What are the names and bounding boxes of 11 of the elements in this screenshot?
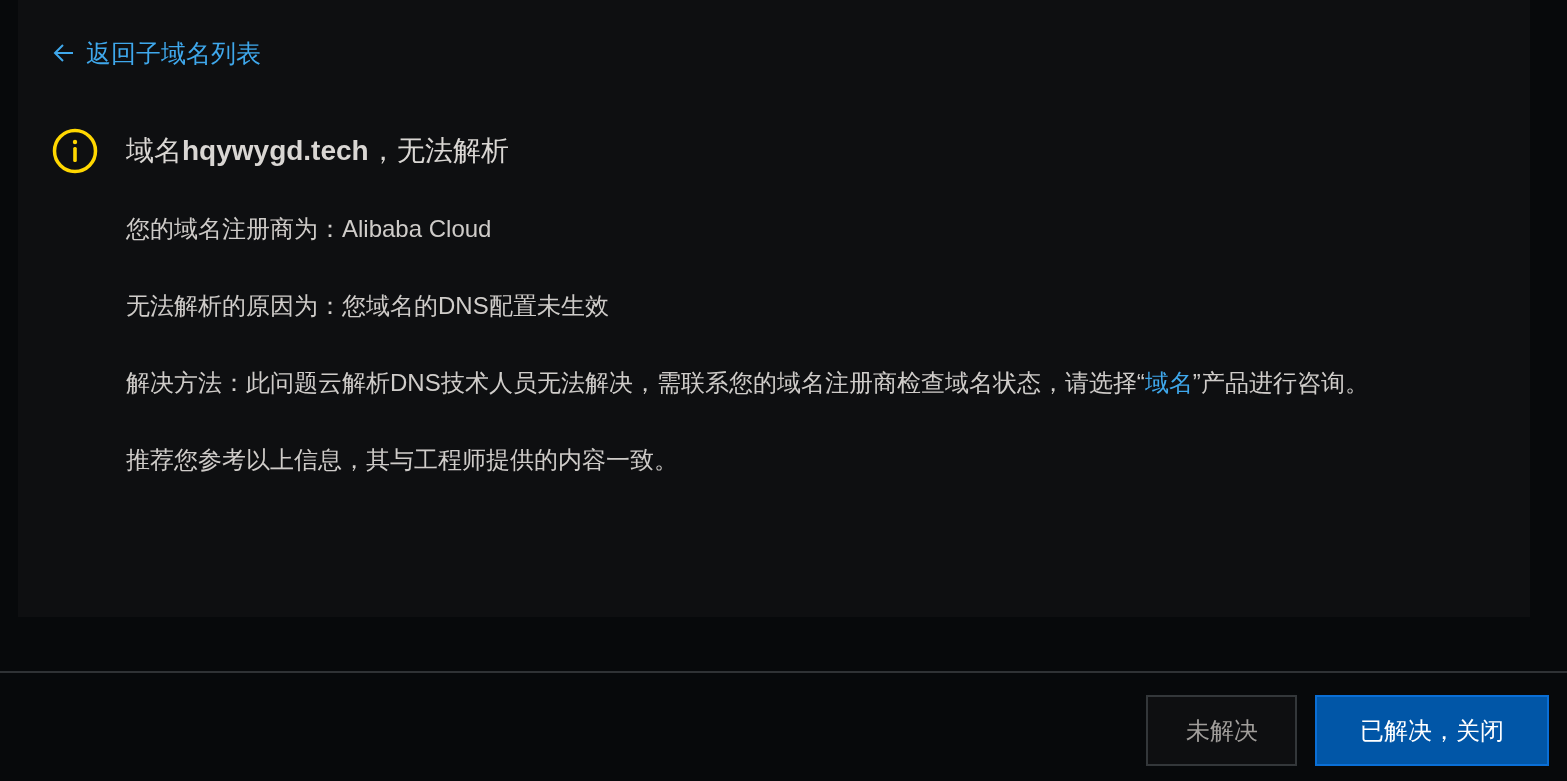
solution-label: 解决方法： xyxy=(126,368,246,398)
solution-text: 此问题云解析DNS技术人员无法解决，需联系您的域名注册商检查域名状态，请选择“域名”产品进行咨询。 xyxy=(246,368,1370,398)
product-link[interactable]: 域名 xyxy=(1144,369,1193,396)
detail-text: 推荐您参考以上信息，其与工程师提供的内容一致。 xyxy=(126,445,679,475)
detail-text: 无法解析的原因为：您域名的DNS配置未生效 xyxy=(126,291,610,321)
detail-text: 您的域名注册商为：Alibaba Cloud xyxy=(126,214,493,244)
unresolved-button[interactable]: 未解决 xyxy=(1146,695,1297,766)
resolved-close-button[interactable]: 已解决，关闭 xyxy=(1315,695,1549,766)
back-link[interactable]: 返回子域名列表 xyxy=(52,34,261,72)
info-icon xyxy=(52,128,98,174)
alert-title: 域名hqywygd.tech，无法解析 xyxy=(126,134,509,168)
